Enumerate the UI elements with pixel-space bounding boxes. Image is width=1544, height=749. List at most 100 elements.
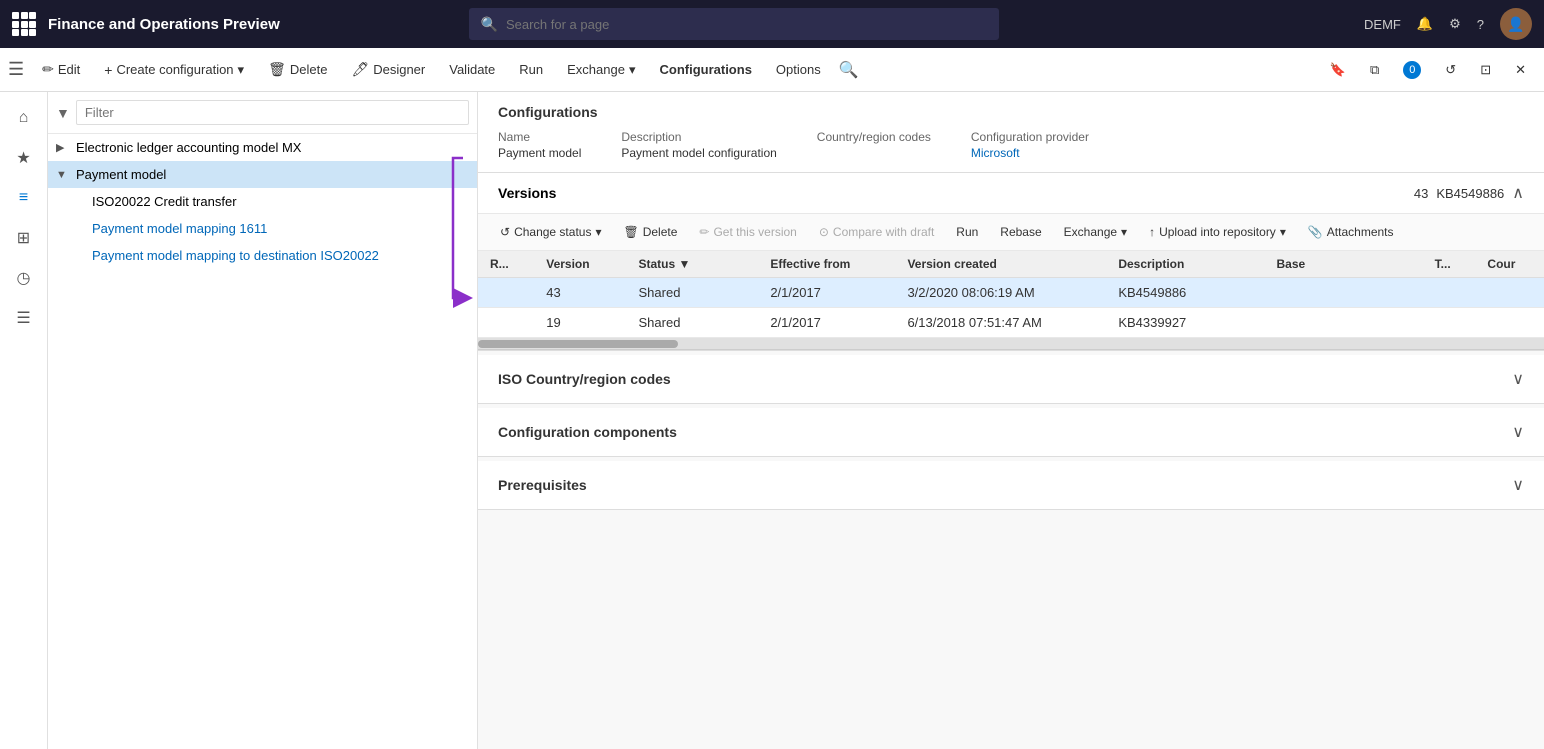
exchange-dropdown-icon: ▾ <box>629 62 636 78</box>
collapsible-header-1[interactable]: Configuration components ∨ <box>478 408 1544 456</box>
badge-count: 0 <box>1403 61 1421 79</box>
search-cmd-icon[interactable]: 🔍 <box>839 60 859 80</box>
configurations-button[interactable]: Configurations <box>649 56 761 83</box>
config-provider-field: Configuration provider Microsoft <box>971 130 1089 160</box>
search-input[interactable] <box>506 17 987 32</box>
compare-draft-button[interactable]: ⊙ Compare with draft <box>809 220 944 244</box>
chevron-down-icon-1: ∨ <box>1512 422 1524 442</box>
versions-badge-number: 43 <box>1414 186 1428 201</box>
col-header-version[interactable]: Version <box>534 251 626 278</box>
collapsible-title-2: Prerequisites <box>498 477 587 493</box>
config-desc-label: Description <box>621 130 776 144</box>
exchange-button[interactable]: Exchange ▾ <box>557 56 645 84</box>
top-nav-right: DEMF 🔔 ⚙ ? 👤 <box>1364 8 1532 40</box>
col-header-desc[interactable]: Description <box>1106 251 1264 278</box>
table-row[interactable]: 19Shared2/1/20176/13/2018 07:51:47 AMKB4… <box>478 308 1544 338</box>
tree-item-electronic-ledger[interactable]: ▶ Electronic ledger accounting model MX <box>48 134 477 161</box>
options-button[interactable]: Options <box>766 56 831 83</box>
col-header-created[interactable]: Version created <box>895 251 1106 278</box>
versions-exchange-dropdown: ▾ <box>1121 225 1127 239</box>
tree-panel: ▼ ▶ Electronic ledger accounting model M… <box>48 92 478 749</box>
content-panel: Configurations Name Payment model Descri… <box>478 92 1544 749</box>
expand-icon-btn[interactable]: ⧉ <box>1360 56 1389 84</box>
collapsible-section-1: Configuration components ∨ <box>478 408 1544 457</box>
attachments-button[interactable]: 📎 Attachments <box>1298 220 1404 244</box>
sidebar-icon-star[interactable]: ★ <box>6 140 42 176</box>
tree-item-pmo-mapping-iso[interactable]: Payment model mapping to destination ISO… <box>48 242 477 269</box>
bookmark-icon-btn[interactable]: 🔖 <box>1320 56 1356 84</box>
rebase-button[interactable]: Rebase <box>990 220 1051 244</box>
sidebar-icon-grid[interactable]: ⊞ <box>6 220 42 256</box>
tree-toggle-expanded: ▼ <box>56 169 72 181</box>
settings-icon[interactable]: ⚙ <box>1449 16 1461 32</box>
sidebar-icon-history[interactable]: ◷ <box>6 260 42 296</box>
attachments-icon: 📎 <box>1308 225 1323 239</box>
badge-btn[interactable]: 0 <box>1393 55 1431 85</box>
tree-item-payment-model[interactable]: ▼ Payment model <box>48 161 477 188</box>
change-status-dropdown: ▾ <box>595 225 601 239</box>
tree-item-pmo-mapping-1611[interactable]: Payment model mapping 1611 <box>48 215 477 242</box>
designer-button[interactable]: 🖊 Designer <box>341 55 435 84</box>
versions-exchange-button[interactable]: Exchange ▾ <box>1054 220 1137 244</box>
create-config-button[interactable]: + Create configuration ▾ <box>94 56 254 84</box>
compare-icon: ⊙ <box>819 225 829 239</box>
col-header-status[interactable]: Status ▼ <box>627 251 759 278</box>
cmd-right: 🔖 ⧉ 0 ↺ ⊡ ✕ <box>1320 55 1536 85</box>
app-grid-icon[interactable] <box>12 12 36 36</box>
collapsible-header-2[interactable]: Prerequisites ∨ <box>478 461 1544 509</box>
plus-icon: + <box>104 62 112 78</box>
versions-delete-button[interactable]: 🗑 Delete <box>613 220 687 244</box>
get-this-version-button[interactable]: ✏ Get this version <box>689 220 806 244</box>
tree-filter-input[interactable] <box>76 100 469 125</box>
sidebar-icon-list[interactable]: ≡ <box>6 180 42 216</box>
versions-collapse-btn[interactable]: ∧ <box>1512 183 1524 203</box>
table-row[interactable]: 43Shared2/1/20173/2/2020 08:06:19 AMKB45… <box>478 278 1544 308</box>
sidebar-icon-home[interactable]: ⌂ <box>6 100 42 136</box>
versions-section: Versions 43 KB4549886 ∧ ↺ Change status … <box>478 173 1544 351</box>
config-header-fields: Name Payment model Description Payment m… <box>498 130 1524 160</box>
refresh-icon-btn[interactable]: ↺ <box>1435 56 1466 84</box>
collapsible-header-0[interactable]: ISO Country/region codes ∨ <box>478 355 1544 403</box>
edit-icon: ✏ <box>42 61 54 78</box>
detach-icon-btn[interactable]: ⊡ <box>1470 56 1501 84</box>
config-name-field: Name Payment model <box>498 130 581 160</box>
config-desc-value: Payment model configuration <box>621 146 776 160</box>
notification-icon[interactable]: 🔔 <box>1417 16 1433 32</box>
versions-delete-icon: 🗑 <box>623 225 638 239</box>
versions-header: Versions 43 KB4549886 ∧ <box>478 173 1544 214</box>
create-config-dropdown-icon: ▾ <box>238 62 245 78</box>
delete-button[interactable]: 🗑 Delete <box>258 55 337 84</box>
collapsible-section-0: ISO Country/region codes ∨ <box>478 355 1544 404</box>
help-icon[interactable]: ? <box>1477 17 1484 32</box>
col-header-base[interactable]: Base <box>1265 251 1423 278</box>
search-icon: 🔍 <box>481 16 498 33</box>
tree-filter-bar: ▼ <box>48 92 477 134</box>
col-header-effective[interactable]: Effective from <box>758 251 895 278</box>
sidebar-icon-menu[interactable]: ☰ <box>6 300 42 336</box>
config-provider-value[interactable]: Microsoft <box>971 146 1020 160</box>
edit-button[interactable]: ✏ Edit <box>32 55 90 84</box>
avatar[interactable]: 👤 <box>1500 8 1532 40</box>
config-provider-label: Configuration provider <box>971 130 1089 144</box>
tree-item-iso20022[interactable]: ISO20022 Credit transfer <box>48 188 477 215</box>
run-button[interactable]: Run <box>509 56 553 83</box>
filter-icon[interactable]: ▼ <box>56 105 70 121</box>
chevron-down-icon-0: ∨ <box>1512 369 1524 389</box>
col-header-t: T... <box>1423 251 1476 278</box>
versions-run-button[interactable]: Run <box>946 220 988 244</box>
config-country-field: Country/region codes <box>817 130 931 160</box>
search-bar: 🔍 <box>469 8 999 40</box>
hamburger-icon[interactable]: ☰ <box>8 59 24 80</box>
close-icon-btn[interactable]: ✕ <box>1505 56 1536 84</box>
horizontal-scrollbar[interactable] <box>478 338 1544 350</box>
scrollbar-thumb[interactable] <box>478 340 678 348</box>
command-bar: ☰ ✏ Edit + Create configuration ▾ 🗑 Dele… <box>0 48 1544 92</box>
config-header: Configurations Name Payment model Descri… <box>478 92 1544 173</box>
upload-icon: ↑ <box>1149 225 1155 239</box>
validate-button[interactable]: Validate <box>439 56 505 83</box>
config-header-title: Configurations <box>498 104 1524 120</box>
upload-repository-button[interactable]: ↑ Upload into repository ▾ <box>1139 220 1296 244</box>
sidebar-icons: ⌂ ★ ≡ ⊞ ◷ ☰ <box>0 92 48 749</box>
change-status-button[interactable]: ↺ Change status ▾ <box>490 220 611 244</box>
user-label: DEMF <box>1364 17 1401 32</box>
